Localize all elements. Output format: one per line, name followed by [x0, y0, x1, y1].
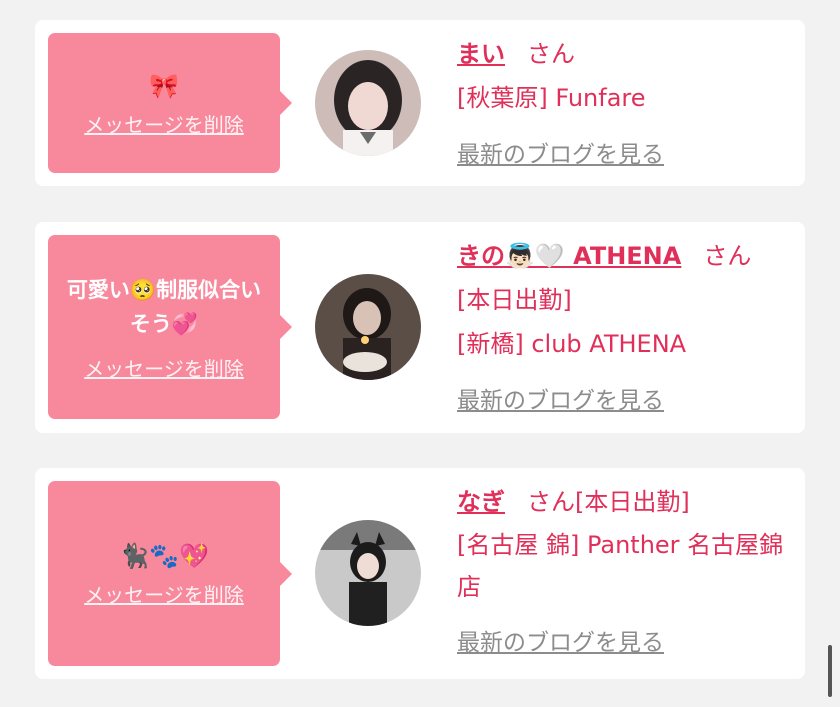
message-text: 🎀: [149, 71, 179, 100]
shop-name: [名古屋 錦] Panther 名古屋錦店: [457, 531, 784, 601]
avatar[interactable]: [315, 520, 421, 626]
message-bubble: 可愛い🥺制服似合いそう💞 メッセージを削除: [48, 235, 292, 419]
message-bubble: 🎀 メッセージを削除: [48, 33, 292, 173]
avatar[interactable]: [315, 50, 421, 156]
delete-message-link[interactable]: メッセージを削除: [84, 353, 244, 382]
name-row: なぎ さん[本日出勤]: [457, 480, 793, 524]
honorific: さん: [527, 40, 575, 68]
name-row: きの👼🏻🤍 ATHENA さん: [457, 234, 793, 278]
blog-row: 最新のブログを見る: [457, 378, 793, 423]
profile-info: きの👼🏻🤍 ATHENA さん [本日出勤] [新橋] club ATHENA 最…: [457, 234, 793, 423]
latest-blog-link[interactable]: 最新のブログを見る: [457, 142, 664, 168]
delete-message-link[interactable]: メッセージを削除: [84, 579, 244, 608]
cast-name-link[interactable]: なぎ: [457, 488, 505, 516]
latest-blog-link[interactable]: 最新のブログを見る: [457, 388, 664, 414]
message-text: 🐈‍⬛🐾💖: [119, 542, 209, 570]
profile-info: なぎ さん[本日出勤] [名古屋 錦] Panther 名古屋錦店 最新のブログを…: [457, 480, 793, 665]
profile-info: まい さん [秋葉原] Funfare 最新のブログを見る: [457, 32, 793, 177]
blog-row: 最新のブログを見る: [457, 132, 793, 177]
shop-name: [秋葉原] Funfare: [457, 84, 646, 112]
message-bubble: 🐈‍⬛🐾💖 メッセージを削除: [48, 481, 292, 666]
honorific: さん: [527, 488, 575, 516]
favorite-card: 可愛い🥺制服似合いそう💞 メッセージを削除 きの👼🏻🤍 ATHENA さん [本日…: [35, 222, 805, 433]
attendance-status: [本日出勤]: [457, 286, 572, 314]
favorite-card: 🎀 メッセージを削除 まい さん [秋葉原] Funfare 最新のブログを見る: [35, 20, 805, 186]
cast-name-link[interactable]: きの👼🏻🤍 ATHENA: [457, 242, 681, 270]
shop-name: [新橋] club ATHENA: [457, 330, 687, 358]
name-row: まい さん: [457, 32, 793, 76]
honorific: さん: [703, 242, 752, 270]
attendance-status: [本日出勤]: [575, 488, 690, 516]
scrollbar[interactable]: [828, 645, 832, 697]
blog-row: 最新のブログを見る: [457, 620, 793, 665]
latest-blog-link[interactable]: 最新のブログを見る: [457, 630, 664, 656]
avatar[interactable]: [315, 274, 421, 380]
favorite-card: 🐈‍⬛🐾💖 メッセージを削除 なぎ さん[本日出勤] [名古屋 錦] Panthe…: [35, 468, 805, 679]
message-text: 可愛い🥺制服似合いそう💞: [66, 277, 262, 336]
delete-message-link[interactable]: メッセージを削除: [84, 109, 244, 138]
cast-name-link[interactable]: まい: [457, 40, 505, 68]
